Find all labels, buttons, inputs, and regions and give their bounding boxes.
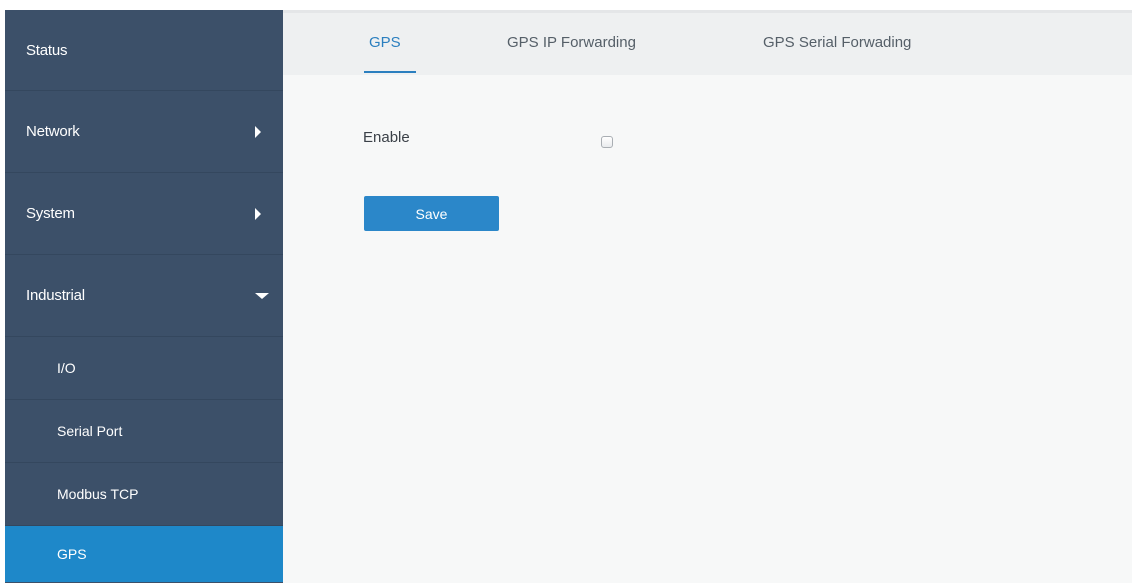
sidebar-item-label: Network: [26, 123, 80, 140]
tab-gps[interactable]: GPS: [369, 34, 401, 51]
app-window: Status Network System Industrial I/O Ser…: [0, 0, 1132, 583]
sidebar-item-label: Status: [26, 41, 68, 59]
chevron-down-icon: [255, 292, 269, 299]
active-tab-indicator: [364, 71, 416, 73]
sidebar-subitem-serial-port[interactable]: Serial Port: [5, 400, 283, 463]
tab-gps-serial-forwarding[interactable]: GPS Serial Forwading: [763, 34, 911, 51]
sidebar-subitem-label: I/O: [57, 360, 76, 376]
tab-bar: GPS GPS IP Forwarding GPS Serial Forwadi…: [283, 10, 1132, 75]
sidebar-item-label: System: [26, 205, 75, 222]
tab-gps-ip-forwarding[interactable]: GPS IP Forwarding: [507, 34, 636, 51]
sidebar-subitem-label: Serial Port: [57, 423, 123, 439]
sidebar-subitem-label: GPS: [57, 546, 87, 562]
sidebar-item-system[interactable]: System: [5, 173, 283, 255]
sidebar: Status Network System Industrial I/O Ser…: [5, 10, 283, 583]
main-content: GPS GPS IP Forwarding GPS Serial Forwadi…: [283, 10, 1132, 583]
sidebar-item-industrial[interactable]: Industrial: [5, 255, 283, 337]
sidebar-item-label: Industrial: [26, 287, 85, 304]
save-button[interactable]: Save: [364, 196, 499, 231]
sidebar-subitem-label: Modbus TCP: [57, 486, 139, 502]
sidebar-subitem-gps[interactable]: GPS: [5, 526, 283, 582]
chevron-right-icon: [255, 207, 261, 220]
sidebar-item-status[interactable]: Status: [5, 10, 283, 91]
sidebar-subitem-modbus-tcp[interactable]: Modbus TCP: [5, 463, 283, 526]
sidebar-subitem-io[interactable]: I/O: [5, 337, 283, 400]
enable-checkbox[interactable]: [601, 136, 613, 148]
tab-bar-top-border: [283, 10, 1132, 13]
enable-label: Enable: [363, 129, 410, 146]
chevron-right-icon: [255, 125, 261, 138]
sidebar-item-network[interactable]: Network: [5, 91, 283, 173]
